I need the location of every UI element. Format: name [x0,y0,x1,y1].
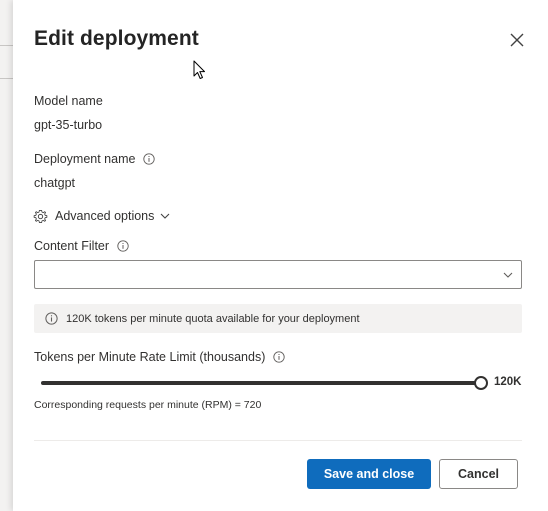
quota-message: 120K tokens per minute quota available f… [66,312,360,325]
edit-deployment-dialog: Edit deployment Model name gpt-35-turbo … [13,0,548,511]
deployment-name-label-row: Deployment name [34,152,155,166]
backdrop-divider [0,45,14,46]
save-and-close-button[interactable]: Save and close [307,459,431,489]
info-icon[interactable] [116,240,129,252]
slider-track[interactable] [41,381,481,385]
model-name-value: gpt-35-turbo [34,118,103,132]
rate-limit-value: 120K [494,376,522,388]
deployment-name-value: chatgpt [34,176,76,190]
content-filter-label-row: Content Filter [34,239,129,253]
close-icon [510,33,524,47]
chevron-down-icon [503,272,513,278]
info-icon [45,312,58,325]
deployment-name-label: Deployment name [34,152,136,166]
footer-divider [34,440,522,441]
advanced-options-label: Advanced options [55,209,155,223]
content-filter-dropdown[interactable] [34,260,522,289]
rate-limit-label-row: Tokens per Minute Rate Limit (thousands) [34,350,285,364]
cancel-button[interactable]: Cancel [439,459,518,489]
chevron-down-icon [161,213,170,219]
quota-info-bar: 120K tokens per minute quota available f… [34,304,522,333]
advanced-options-toggle[interactable]: Advanced options [33,207,171,225]
rate-limit-slider[interactable] [41,374,488,392]
dialog-title: Edit deployment [34,27,199,50]
close-button[interactable] [506,29,528,51]
gear-icon [33,209,48,223]
model-name-label: Model name [34,94,103,108]
rate-limit-label: Tokens per Minute Rate Limit (thousands) [34,350,266,364]
info-icon[interactable] [273,351,285,363]
slider-thumb[interactable] [474,376,488,390]
info-icon[interactable] [143,153,155,165]
rpm-text: Corresponding requests per minute (RPM) … [34,399,262,411]
backdrop-divider [0,78,14,79]
content-filter-label: Content Filter [34,239,110,253]
mouse-cursor-icon [193,60,205,79]
